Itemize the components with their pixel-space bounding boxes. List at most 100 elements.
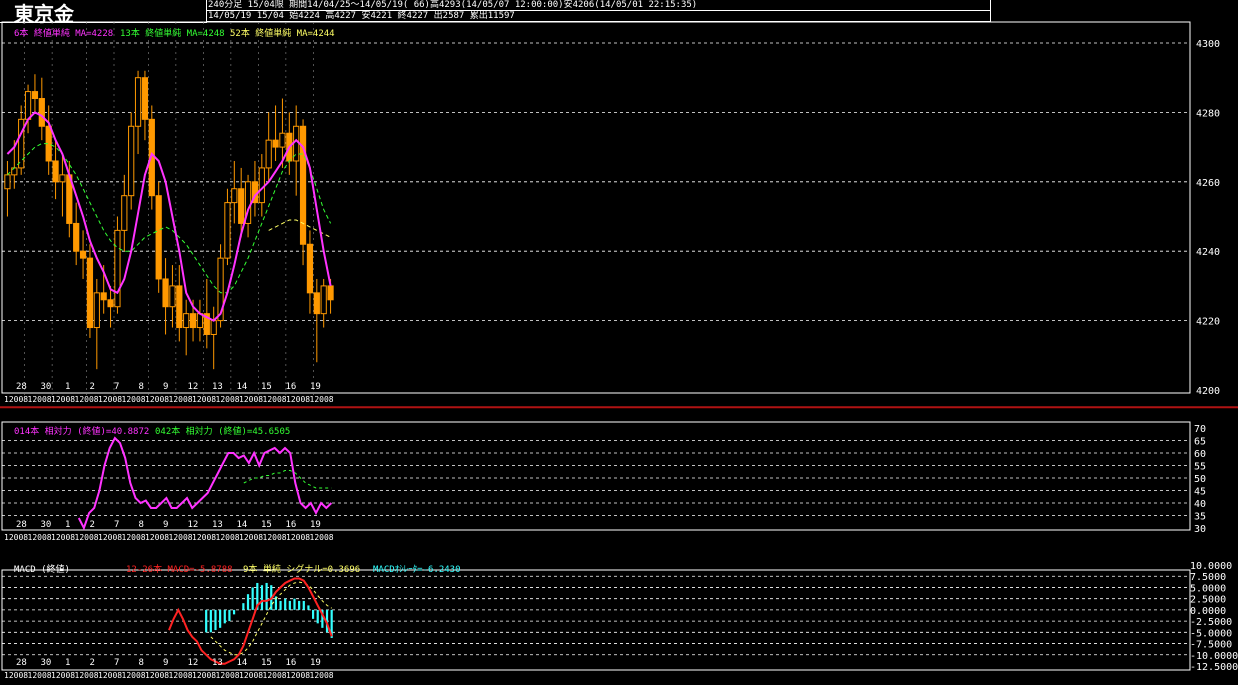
x-time-label: 12008: [216, 395, 240, 404]
rsi-pane-frame: [1, 421, 1191, 531]
y-tick-label: 2.5000: [1190, 595, 1226, 606]
x-time-label: 12008: [145, 533, 169, 542]
candle-body: [18, 118, 25, 169]
x-day-label: 8: [139, 658, 144, 668]
candle-body: [114, 229, 121, 308]
x-day-label: 19: [310, 658, 321, 668]
y-tick-label: 0.0000: [1190, 606, 1226, 617]
x-day-label: 12: [188, 520, 199, 530]
y-tick-label: 40: [1194, 499, 1206, 510]
y-tick-label: -2.5000: [1190, 617, 1232, 628]
y-tick-label: 4200: [1196, 386, 1220, 397]
candle-body: [107, 299, 114, 308]
x-day-label: 14: [237, 658, 248, 668]
x-time-label: 12008: [75, 533, 99, 542]
x-day-label: 12: [188, 382, 199, 392]
legend-entry: MACDｵｼﾚｰﾀ=-6.2430: [373, 565, 461, 575]
candle-body: [176, 285, 183, 329]
y-tick-label: 55: [1194, 462, 1206, 473]
x-time-label: 12008: [51, 395, 75, 404]
candle-body: [86, 257, 94, 329]
candle-body: [162, 278, 169, 308]
candle-body: [258, 167, 265, 204]
candle-body: [4, 174, 11, 190]
candle-body: [100, 292, 107, 301]
y-tick-label: 30: [1194, 524, 1206, 535]
candle-body: [141, 77, 149, 120]
x-day-label: 15: [261, 382, 272, 392]
candle-body: [320, 285, 327, 315]
x-day-label: 9: [163, 382, 168, 392]
candle-body: [196, 313, 204, 329]
legend-entry: 12-26本 MACD=-5.8788: [126, 565, 233, 575]
x-day-label: 8: [139, 520, 144, 530]
candle-body: [121, 195, 128, 231]
x-day-label: 8: [139, 382, 144, 392]
legend-entry: 9本 単純 シグナル=0.3696: [243, 565, 361, 575]
x-time-label: 12008: [51, 671, 75, 680]
legend-entry: 13本 終値単純 MA=4248: [120, 29, 225, 39]
legend-entry: 042本 相対力 (終値)=45.6505: [155, 427, 291, 437]
x-time-label: 12008: [51, 533, 75, 542]
candle-body: [79, 250, 87, 259]
x-time-label: 12008: [4, 395, 28, 404]
x-time-label: 12008: [310, 395, 334, 404]
candle-body: [128, 125, 135, 197]
candle-body: [59, 174, 66, 183]
y-tick-label: 7.5000: [1190, 572, 1226, 583]
x-day-label: 7: [114, 382, 119, 392]
y-tick-label: 5.0000: [1190, 583, 1226, 594]
y-tick-label: 70: [1194, 424, 1206, 435]
x-day-label: 16: [286, 382, 297, 392]
y-tick-label: 10.0000: [1190, 561, 1232, 572]
legend-entry: 52本 終値単純 MA=4244: [230, 29, 335, 39]
x-time-label: 12008: [28, 533, 52, 542]
candle-body: [73, 222, 80, 252]
candle-body: [31, 91, 39, 100]
x-day-label: 2: [90, 382, 95, 392]
x-day-label: 30: [41, 658, 52, 668]
candle-body: [306, 243, 314, 294]
x-time-label: 12008: [216, 533, 240, 542]
y-tick-label: 35: [1194, 512, 1206, 523]
x-time-label: 12008: [4, 533, 28, 542]
x-time-label: 12008: [263, 671, 287, 680]
x-day-label: 13: [212, 658, 223, 668]
x-time-label: 12008: [75, 671, 99, 680]
x-day-label: 19: [310, 520, 321, 530]
y-tick-label: -12.5000: [1190, 662, 1238, 673]
x-time-label: 12008: [28, 671, 52, 680]
x-time-label: 12008: [169, 533, 193, 542]
legend-entry: 6本 終値単純 MA=4228: [14, 29, 114, 39]
x-day-label: 14: [237, 382, 248, 392]
x-time-label: 12008: [4, 671, 28, 680]
x-day-label: 15: [261, 520, 272, 530]
x-day-label: 30: [41, 382, 52, 392]
x-day-label: 7: [114, 520, 119, 530]
x-time-label: 12008: [310, 671, 334, 680]
x-day-label: 14: [237, 520, 248, 530]
x-time-label: 12008: [310, 533, 334, 542]
x-day-label: 19: [310, 382, 321, 392]
x-day-label: 13: [212, 520, 223, 530]
legend-entry: 014本 相対力 (終値)=40.8872: [14, 427, 150, 437]
x-time-label: 12008: [286, 533, 310, 542]
y-tick-label: 4240: [1196, 247, 1220, 258]
chart-canvas[interactable]: 42004220424042604280430028 30 1 2 7 8 9 12 13 14 1…: [0, 0, 1238, 685]
candle-body: [231, 188, 238, 204]
x-day-label: 9: [163, 658, 168, 668]
y-tick-label: 4220: [1196, 317, 1220, 328]
y-tick-label: 50: [1194, 474, 1206, 485]
x-day-label: 1: [65, 520, 70, 530]
y-tick-label: -5.0000: [1190, 628, 1232, 639]
candle-body: [272, 139, 279, 148]
y-tick-label: 4300: [1196, 39, 1220, 50]
candle-body: [327, 285, 334, 301]
candle-body: [279, 132, 286, 148]
x-time-label: 12008: [192, 395, 216, 404]
candle-body: [93, 292, 100, 329]
candle-body: [189, 313, 197, 329]
x-time-label: 12008: [145, 671, 169, 680]
x-day-label: 15: [261, 658, 272, 668]
y-tick-label: 45: [1194, 487, 1206, 498]
